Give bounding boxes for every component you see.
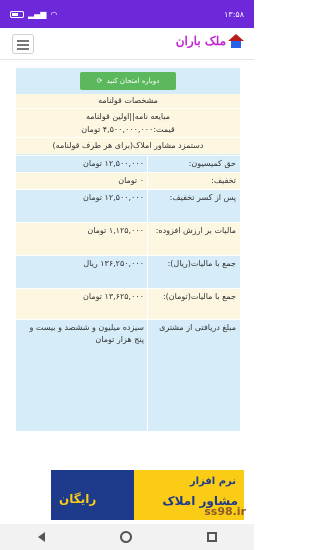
status-bar: ▂▄▆ ◠ ۱۳:۵۸ xyxy=(0,0,254,28)
row-label: جمع با مالیات(ریال): xyxy=(167,259,236,268)
battery-icon xyxy=(10,10,24,18)
contract-type: مبایعه نامه||اولین قولنامه xyxy=(85,112,171,121)
watermark: ss98.ir xyxy=(204,505,246,518)
retry-button[interactable]: ⟳ دوباره امتحان کنید xyxy=(80,72,176,90)
row-value: ۱۲,۵۰۰,۰۰۰ تومان xyxy=(83,159,144,168)
ad-free-text: رایگان xyxy=(59,492,97,506)
home-icon[interactable] xyxy=(119,531,132,543)
table-row: جمع با مالیات(تومان): ۱۳,۶۲۵,۰۰۰ تومان xyxy=(16,289,240,319)
row-label: تخفیف: xyxy=(211,176,236,185)
row-value: سیزده میلیون و ششصد و بیست و پنج هزار تو… xyxy=(29,323,144,344)
table-row: تخفیف: ۰ تومان xyxy=(16,173,240,189)
row-value: ۱۳۶,۲۵۰,۰۰۰ ریال xyxy=(83,259,144,268)
table-row: مبلغ دریافتی از مشتری سیزده میلیون و ششصد… xyxy=(16,320,240,431)
row-value: ۱۲,۵۰۰,۰۰۰ تومان xyxy=(83,193,144,202)
row-label: حق کمیسیون: xyxy=(188,159,236,168)
status-time: ۱۳:۵۸ xyxy=(224,9,244,19)
row-label: مبلغ دریافتی از مشتری xyxy=(159,323,236,332)
row-label: مالیات بر ارزش افزوده: xyxy=(155,226,236,235)
retry-label: دوباره امتحان کنید xyxy=(106,77,160,85)
back-icon[interactable] xyxy=(37,532,45,542)
wifi-icon: ◠ xyxy=(50,9,58,19)
logo[interactable]: ملک باران xyxy=(176,34,244,48)
section-title: مشخصات قولنامه xyxy=(16,94,240,108)
table-row: حق کمیسیون: ۱۲,۵۰۰,۰۰۰ تومان xyxy=(16,156,240,172)
recent-apps-icon[interactable] xyxy=(206,532,217,542)
app-header: ملک باران xyxy=(0,28,254,60)
table-row: پس از کسر تخفیف: ۱۲,۵۰۰,۰۰۰ تومان xyxy=(16,190,240,222)
row-label: پس از کسر تخفیف: xyxy=(169,193,236,202)
row-value: ۰ تومان xyxy=(118,176,144,185)
logo-text: ملک باران xyxy=(175,34,226,48)
contract-info: مبایعه نامه||اولین قولنامه قیمت:۴,۵۰۰,۰۰… xyxy=(16,109,240,137)
table-row: جمع با مالیات(ریال): ۱۳۶,۲۵۰,۰۰۰ ریال xyxy=(16,256,240,288)
row-label: جمع با مالیات(تومان): xyxy=(162,292,236,301)
table-row: مالیات بر ارزش افزوده: ۱,۱۲۵,۰۰۰ تومان xyxy=(16,223,240,255)
refresh-icon: ⟳ xyxy=(96,77,103,85)
system-nav-bar xyxy=(0,524,254,550)
price: قیمت:۴,۵۰۰,۰۰۰,۰۰۰ تومان xyxy=(81,125,175,134)
ad-line1: نرم افزار xyxy=(189,476,236,487)
signal-icon: ▂▄▆ xyxy=(28,9,47,19)
fee-note: دستمزد مشاور املاک(برای هر طرف قولنامه) xyxy=(16,138,240,154)
status-icons: ▂▄▆ ◠ xyxy=(10,10,57,19)
house-icon xyxy=(228,34,244,48)
row-value: ۱۳,۶۲۵,۰۰۰ تومان xyxy=(83,292,144,301)
menu-button[interactable] xyxy=(12,34,34,54)
row-value: ۱,۱۲۵,۰۰۰ تومان xyxy=(87,226,144,235)
